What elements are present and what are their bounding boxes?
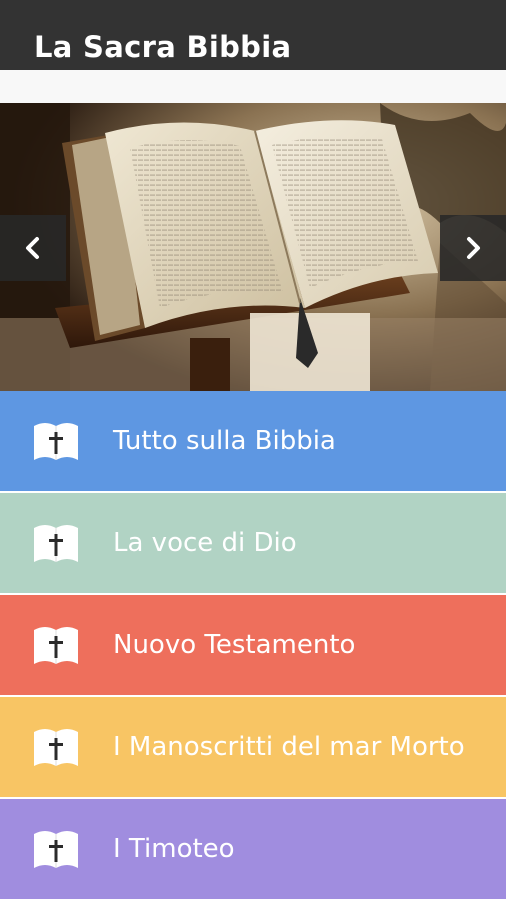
menu-item-label: Tutto sulla Bibbia (113, 426, 336, 456)
menu-item-label: La voce di Dio (113, 528, 297, 558)
menu-item-manoscritti-mar-morto[interactable]: I Manoscritti del mar Morto (0, 697, 506, 797)
bible-cross-icon (34, 729, 78, 766)
menu-item-nuovo-testamento[interactable]: Nuovo Testamento (0, 595, 506, 695)
bible-cross-icon (34, 627, 78, 664)
carousel-prev-button[interactable] (0, 215, 66, 281)
menu-item-label: I Manoscritti del mar Morto (113, 732, 465, 762)
chevron-left-icon (26, 237, 39, 259)
carousel-next-button[interactable] (440, 215, 506, 281)
menu-item-i-timoteo[interactable]: I Timoteo (0, 799, 506, 899)
app-bar: La Sacra Bibbia (0, 0, 506, 70)
menu-item-label: Nuovo Testamento (113, 630, 356, 660)
header-spacer (0, 70, 506, 103)
app-title: La Sacra Bibbia (34, 30, 292, 64)
menu-item-tutto-sulla-bibbia[interactable]: Tutto sulla Bibbia (0, 391, 506, 491)
bible-cross-icon (34, 525, 78, 562)
menu-item-label: I Timoteo (113, 834, 235, 864)
carousel-image-open-bible (0, 103, 506, 391)
image-carousel[interactable] (0, 103, 506, 391)
bible-cross-icon (34, 831, 78, 868)
menu-list: Tutto sulla Bibbia La voce di Dio Nuovo … (0, 391, 506, 901)
menu-item-la-voce-di-dio[interactable]: La voce di Dio (0, 493, 506, 593)
chevron-right-icon (467, 237, 480, 259)
bible-cross-icon (34, 423, 78, 460)
